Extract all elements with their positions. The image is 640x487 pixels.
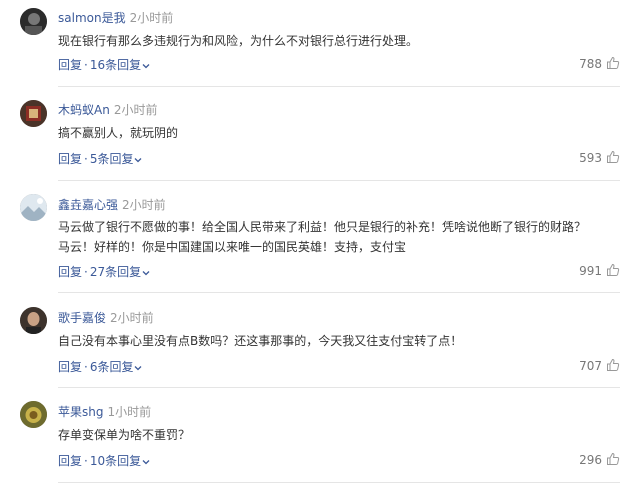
divider bbox=[58, 292, 620, 293]
view-replies-button[interactable]: 10条回复 bbox=[90, 454, 150, 468]
comment-text: 存单变保单为啥不重罚？ bbox=[58, 425, 633, 445]
comment-text: 自己没有本事心里没有点B数吗？还这事那事的，今天我又往支付宝转了点！ bbox=[58, 331, 633, 351]
thumbs-up-icon bbox=[607, 263, 620, 276]
avatar-image bbox=[20, 307, 47, 334]
reply-count: 10条回复 bbox=[89, 454, 142, 468]
reply-button[interactable]: 回复 bbox=[58, 152, 82, 166]
separator-dot: · bbox=[84, 360, 88, 374]
separator-dot: · bbox=[84, 454, 88, 468]
like-button[interactable]: 296 bbox=[579, 452, 620, 467]
avatar-image bbox=[20, 401, 47, 428]
avatar[interactable] bbox=[20, 194, 47, 221]
view-replies-button[interactable]: 6条回复 bbox=[90, 360, 143, 374]
username[interactable]: 鑫垚嘉心强 bbox=[58, 198, 118, 212]
comment-text-line: 马云做了银行不愿做的事！给全国人民带来了利益！他只是银行的补充！凭啥说他断了银行… bbox=[58, 220, 587, 234]
chevron-down-icon bbox=[135, 157, 142, 162]
avatar-image bbox=[20, 8, 47, 35]
comment-actions: 回复 · 16条回复 bbox=[58, 56, 150, 73]
avatar[interactable] bbox=[20, 401, 47, 428]
reply-count: 5条回复 bbox=[89, 152, 134, 166]
reply-count: 27条回复 bbox=[89, 265, 142, 279]
reply-button[interactable]: 回复 bbox=[58, 265, 82, 279]
comment-meta: 木蚂蚁An 2小时前 bbox=[58, 101, 157, 118]
username[interactable]: salmon是我 bbox=[58, 11, 126, 25]
avatar[interactable] bbox=[20, 307, 47, 334]
username[interactable]: 歌手嘉俊 bbox=[58, 311, 106, 325]
thumbs-up-icon bbox=[607, 150, 620, 163]
username[interactable]: 木蚂蚁An bbox=[58, 103, 110, 117]
like-button[interactable]: 593 bbox=[579, 150, 620, 165]
view-replies-button[interactable]: 16条回复 bbox=[90, 58, 150, 72]
chevron-down-icon bbox=[135, 365, 142, 370]
timestamp: 2小时前 bbox=[113, 103, 158, 117]
like-count: 788 bbox=[579, 57, 602, 71]
comment-actions: 回复 · 10条回复 bbox=[58, 452, 150, 469]
thumbs-up-icon bbox=[607, 358, 620, 371]
reply-button[interactable]: 回复 bbox=[58, 360, 82, 374]
divider bbox=[58, 482, 620, 483]
separator-dot: · bbox=[84, 58, 88, 72]
comment-text-line: 现在银行有那么多违规行为和风险，为什么不对银行总行进行处理。 bbox=[58, 34, 419, 48]
chevron-down-icon bbox=[142, 459, 150, 464]
avatar[interactable] bbox=[20, 8, 47, 35]
like-count: 593 bbox=[579, 151, 602, 165]
username[interactable]: 苹果shg bbox=[58, 405, 103, 419]
timestamp: 2小时前 bbox=[110, 311, 154, 325]
separator-dot: · bbox=[84, 265, 88, 279]
comment-text: 现在银行有那么多违规行为和风险，为什么不对银行总行进行处理。 bbox=[58, 31, 633, 51]
comment-actions: 回复 · 6条回复 bbox=[58, 358, 142, 375]
timestamp: 2小时前 bbox=[122, 198, 166, 212]
comment-text-line: 存单变保单为啥不重罚？ bbox=[58, 428, 191, 442]
comment-actions: 回复 · 5条回复 bbox=[58, 150, 142, 167]
reply-button[interactable]: 回复 bbox=[58, 454, 82, 468]
chevron-down-icon bbox=[142, 63, 150, 68]
thumbs-up-icon bbox=[607, 452, 620, 465]
comment-meta: 歌手嘉俊 2小时前 bbox=[58, 309, 154, 326]
timestamp: 2小时前 bbox=[129, 11, 174, 25]
comment-text-line: 马云！好样的！你是中国建国以来唯一的国民英雄！支持，支付宝 bbox=[58, 240, 407, 254]
divider bbox=[58, 387, 620, 388]
reply-button[interactable]: 回复 bbox=[58, 58, 82, 72]
like-count: 296 bbox=[579, 453, 602, 467]
comment-meta: salmon是我 2小时前 bbox=[58, 9, 173, 26]
like-button[interactable]: 788 bbox=[579, 56, 620, 71]
comment-actions: 回复 · 27条回复 bbox=[58, 263, 150, 280]
reply-count: 6条回复 bbox=[89, 360, 134, 374]
view-replies-button[interactable]: 5条回复 bbox=[90, 152, 143, 166]
like-button[interactable]: 707 bbox=[579, 358, 620, 373]
comment-meta: 鑫垚嘉心强 2小时前 bbox=[58, 196, 166, 213]
like-button[interactable]: 991 bbox=[579, 263, 620, 278]
view-replies-button[interactable]: 27条回复 bbox=[90, 265, 150, 279]
avatar-image bbox=[20, 100, 47, 127]
avatar[interactable] bbox=[20, 100, 47, 127]
comment-meta: 苹果shg 1小时前 bbox=[58, 403, 151, 420]
comment-text: 搞不赢别人，就玩阴的 bbox=[58, 123, 633, 143]
chevron-down-icon bbox=[142, 270, 150, 275]
divider bbox=[58, 180, 620, 181]
comment-text-line: 搞不赢别人，就玩阴的 bbox=[58, 126, 179, 140]
comment-text-line: 自己没有本事心里没有点B数吗？还这事那事的，今天我又往支付宝转了点！ bbox=[58, 334, 463, 348]
separator-dot: · bbox=[84, 152, 88, 166]
like-count: 991 bbox=[579, 264, 602, 278]
comment-text: 马云做了银行不愿做的事！给全国人民带来了利益！他只是银行的补充！凭啥说他断了银行… bbox=[58, 217, 633, 257]
like-count: 707 bbox=[579, 359, 602, 373]
avatar-image bbox=[20, 194, 47, 221]
thumbs-up-icon bbox=[607, 56, 620, 69]
divider bbox=[58, 86, 620, 87]
timestamp: 1小时前 bbox=[107, 405, 152, 419]
reply-count: 16条回复 bbox=[89, 58, 142, 72]
